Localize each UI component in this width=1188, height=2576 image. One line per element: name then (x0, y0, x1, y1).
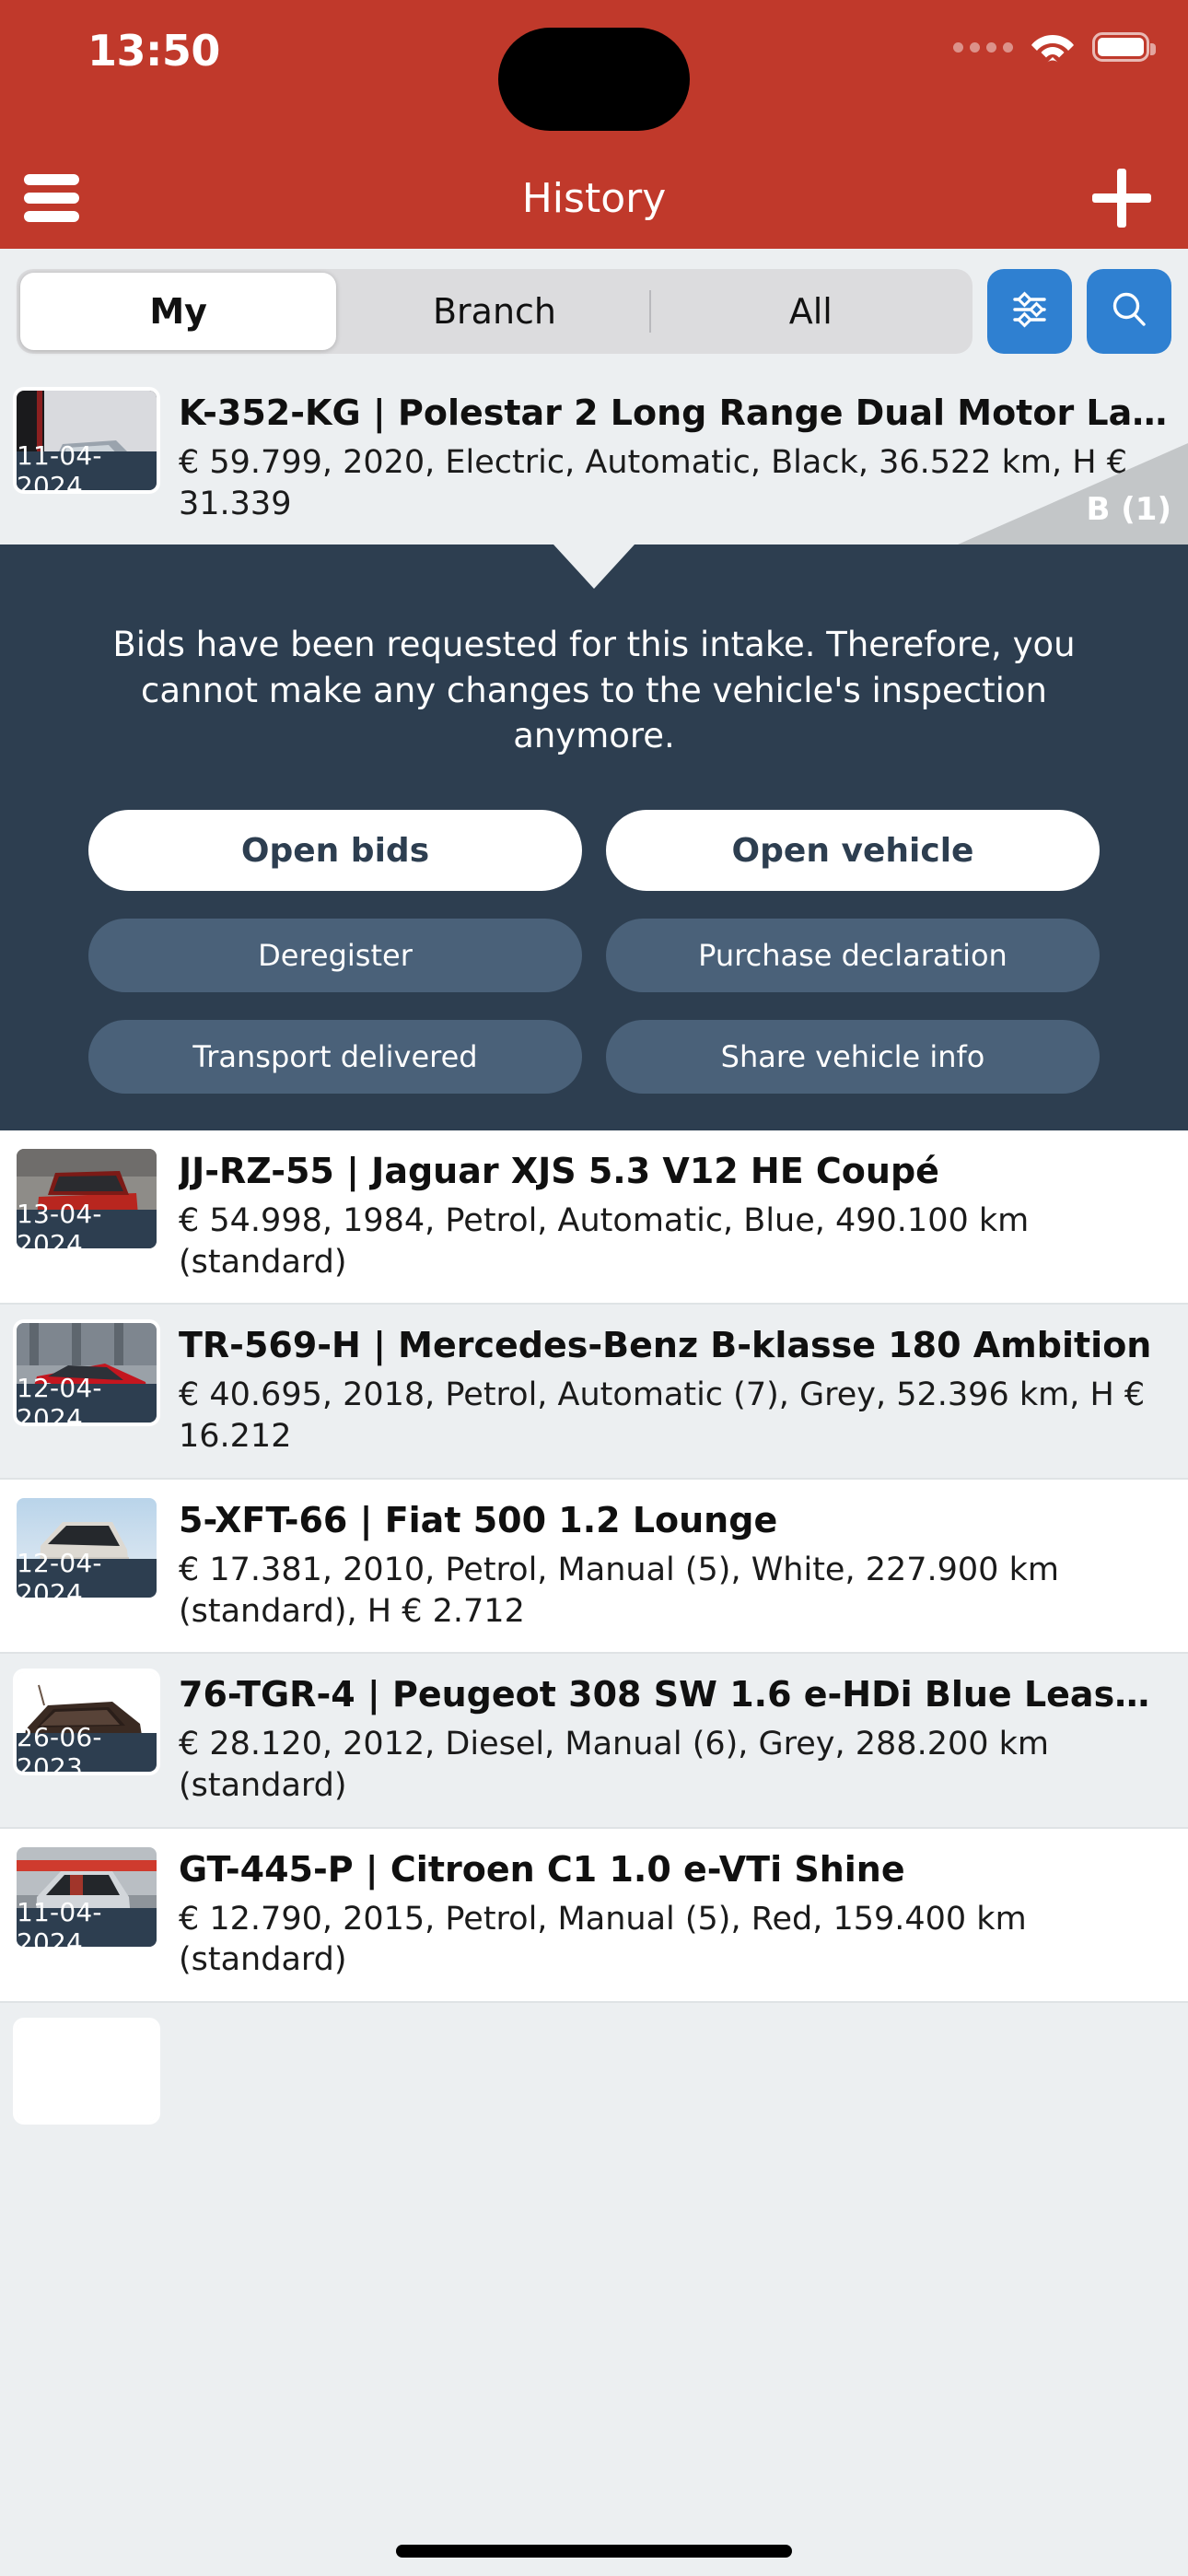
tab-my[interactable]: My (20, 273, 337, 350)
panel-message: Bids have been requested for this intake… (112, 625, 1076, 755)
tab-branch[interactable]: Branch (336, 273, 652, 350)
vehicle-info: 5-XFT-66 | Fiat 500 1.2 Lounge € 17.381,… (157, 1498, 1171, 1632)
purchase-declaration-button[interactable]: Purchase declaration (606, 919, 1100, 993)
page-title: History (521, 174, 667, 222)
dynamic-island (498, 28, 690, 131)
filter-button[interactable] (987, 269, 1072, 354)
vehicle-date: 26-06-2023 (17, 1722, 157, 1773)
magnifier-search-icon (1107, 287, 1151, 335)
vehicle-details: € 59.799, 2020, Electric, Automatic, Bla… (179, 443, 1127, 522)
vehicle-details: € 40.695, 2018, Petrol, Automatic (7), G… (179, 1376, 1146, 1456)
status-bar-time: 13:50 (87, 26, 220, 76)
vehicle-title: JJ-RZ-55 | Jaguar XJS 5.3 V12 HE Coupé (179, 1151, 939, 1192)
battery-icon (1092, 32, 1156, 62)
wifi-icon (1030, 29, 1076, 64)
sliders-filter-icon (1007, 287, 1052, 335)
vehicle-list-item-partial[interactable] (0, 2003, 1188, 2159)
vehicle-details: € 17.381, 2010, Petrol, Manual (5), Whit… (179, 1551, 1059, 1630)
app-screen: 13:50 History My Branch All 11-04-2024 K… (0, 0, 1188, 2576)
vehicle-list-item[interactable]: 11-04-2024 GT-445-P | Citroen C1 1.0 e-V… (0, 1828, 1188, 2002)
open-bids-button[interactable]: Open bids (88, 810, 582, 892)
vehicle-title: TR-569-H | Mercedes-Benz B-klasse 180 Am… (179, 1325, 1152, 1366)
vehicle-list-item[interactable]: 13-04-2024 JJ-RZ-55 | Jaguar XJS 5.3 V12… (0, 1130, 1188, 1304)
deregister-button[interactable]: Deregister (88, 919, 582, 993)
vehicle-info: 76-TGR-4 | Peugeot 308 SW 1.6 e-HDi Blue… (157, 1672, 1171, 1806)
segmented-control[interactable]: My Branch All (17, 269, 973, 354)
status-bar-indicators (953, 29, 1156, 64)
search-button[interactable] (1087, 269, 1171, 354)
vehicle-action-panel: Bids have been requested for this intake… (0, 544, 1188, 1131)
home-indicator (396, 2545, 792, 2558)
vehicle-title: 76-TGR-4 | Peugeot 308 SW 1.6 e-HDi Blue… (179, 1674, 1171, 1715)
vehicle-info: K-352-KG | Polestar 2 Long Range Dual Mo… (157, 391, 1171, 524)
open-vehicle-button[interactable]: Open vehicle (606, 810, 1100, 892)
vehicle-date: 11-04-2024 (17, 1897, 157, 1947)
vehicle-list-item[interactable]: 11-04-2024 K-352-KG | Polestar 2 Long Ra… (0, 372, 1188, 545)
vehicle-details: € 12.790, 2015, Petrol, Manual (5), Red,… (179, 1900, 1027, 1979)
vehicle-photo-next (17, 2021, 157, 2122)
filter-bar: My Branch All (0, 249, 1188, 372)
segment-divider (649, 290, 652, 333)
panel-secondary-buttons-row-2: Transport delivered Share vehicle info (0, 1020, 1188, 1095)
status-bar: 13:50 (0, 0, 1188, 147)
transport-delivered-button[interactable]: Transport delivered (88, 1020, 582, 1095)
vehicle-thumbnail: 12-04-2024 (17, 1323, 157, 1423)
navigation-bar: History (0, 147, 1188, 249)
panel-arrow (553, 544, 635, 590)
vehicle-date: 12-04-2024 (17, 1548, 157, 1598)
signal-dots-icon (953, 41, 1013, 53)
vehicle-thumbnail: 13-04-2024 (17, 1149, 157, 1249)
vehicle-info: TR-569-H | Mercedes-Benz B-klasse 180 Am… (157, 1323, 1171, 1457)
tab-all[interactable]: All (653, 273, 969, 350)
vehicle-title: GT-445-P | Citroen C1 1.0 e-VTi Shine (179, 1848, 905, 1890)
vehicle-thumbnail (17, 2021, 157, 2122)
hamburger-menu-icon[interactable] (24, 174, 79, 222)
panel-secondary-buttons-row-1: Deregister Purchase declaration (0, 919, 1188, 993)
vehicle-title: K-352-KG | Polestar 2 Long Range Dual Mo… (179, 392, 1171, 433)
plus-icon[interactable] (1092, 169, 1151, 228)
vehicle-details: € 54.998, 1984, Petrol, Automatic, Blue,… (179, 1201, 1030, 1281)
vehicle-info (157, 2021, 1171, 2121)
vehicle-list-item[interactable]: 26-06-2023 76-TGR-4 | Peugeot 308 SW 1.6… (0, 1654, 1188, 1827)
panel-primary-buttons: Open bids Open vehicle (0, 810, 1188, 892)
vehicle-thumbnail: 11-04-2024 (17, 391, 157, 490)
vehicle-thumbnail: 11-04-2024 (17, 1846, 157, 1947)
vehicle-list-item[interactable]: 12-04-2024 TR-569-H | Mercedes-Benz B-kl… (0, 1305, 1188, 1478)
vehicle-info: GT-445-P | Citroen C1 1.0 e-VTi Shine € … (157, 1847, 1171, 1981)
vehicle-title: 5-XFT-66 | Fiat 500 1.2 Lounge (179, 1499, 778, 1540)
vehicle-thumbnail: 12-04-2024 (17, 1497, 157, 1598)
vehicle-date: 12-04-2024 (17, 1373, 157, 1423)
share-vehicle-info-button[interactable]: Share vehicle info (606, 1020, 1100, 1095)
vehicle-date: 13-04-2024 (17, 1199, 157, 1249)
vehicle-thumbnail: 26-06-2023 (17, 1672, 157, 1773)
vehicle-list-item[interactable]: 12-04-2024 5-XFT-66 | Fiat 500 1.2 Loung… (0, 1479, 1188, 1653)
vehicle-info: JJ-RZ-55 | Jaguar XJS 5.3 V12 HE Coupé €… (157, 1149, 1171, 1282)
vehicle-date: 11-04-2024 (17, 440, 157, 490)
vehicle-details: € 28.120, 2012, Diesel, Manual (6), Grey… (179, 1726, 1049, 1804)
